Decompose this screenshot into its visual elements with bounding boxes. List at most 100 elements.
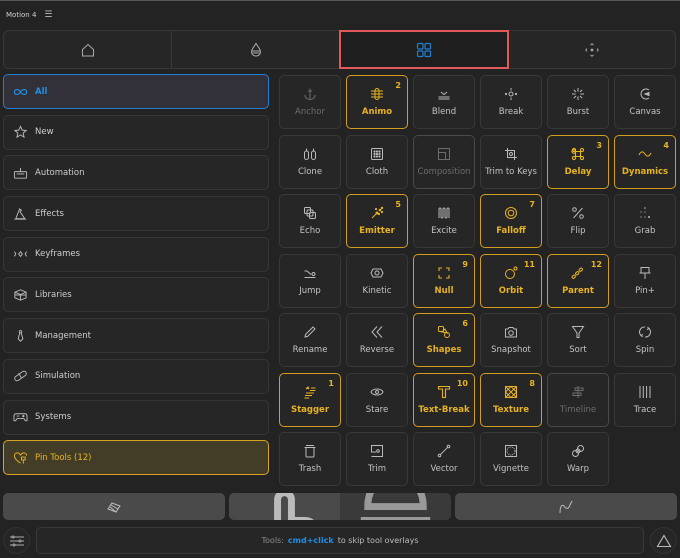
tool-label: Anchor bbox=[295, 107, 325, 117]
category-simulation[interactable]: Simulation bbox=[3, 358, 269, 394]
bottom-bar-right bbox=[455, 493, 677, 520]
tool-grid: Anchor 2 Animo Blend Break Burst Canvas … bbox=[279, 75, 676, 486]
tool-stare[interactable]: Stare bbox=[346, 372, 408, 427]
wave-icon bbox=[638, 150, 652, 157]
pin-order-badge: 7 bbox=[529, 200, 535, 209]
tool-sort[interactable]: Sort bbox=[547, 313, 609, 367]
main-nav bbox=[3, 30, 676, 69]
tool-orbit[interactable]: 11 Orbit bbox=[480, 253, 542, 308]
category-libraries[interactable]: Libraries bbox=[3, 277, 269, 313]
tool-pin-plus[interactable]: Pin+ bbox=[614, 253, 676, 308]
tool-vignette[interactable]: Vignette bbox=[480, 432, 542, 486]
pin-icon bbox=[639, 266, 651, 279]
clone-icon bbox=[304, 148, 316, 160]
pin-order-badge: 1 bbox=[328, 378, 334, 388]
tool-stagger[interactable]: 1 Stagger bbox=[279, 372, 341, 427]
canvas-icon bbox=[640, 88, 650, 100]
tool-timeline[interactable]: Timeline bbox=[547, 372, 609, 427]
wizard-hat-icon bbox=[14, 207, 27, 220]
category-management[interactable]: Management bbox=[3, 318, 269, 354]
category-pin-tools[interactable]: Pin Tools (12) bbox=[3, 440, 269, 476]
tool-null[interactable]: 9 Null bbox=[413, 253, 475, 308]
category-systems[interactable]: Systems bbox=[3, 399, 269, 435]
hamburger-icon[interactable]: ☰ bbox=[44, 10, 52, 20]
tab-move[interactable] bbox=[508, 31, 675, 68]
tool-excite[interactable]: Excite bbox=[413, 194, 475, 248]
tool-animo[interactable]: 2 Animo bbox=[346, 75, 408, 129]
category-effects[interactable]: Effects bbox=[3, 196, 269, 232]
bottom-segmented-control bbox=[229, 493, 451, 520]
tool-echo[interactable]: Echo bbox=[279, 194, 341, 248]
tool-reverse[interactable]: Reverse bbox=[346, 313, 408, 367]
tool-label: Excite bbox=[431, 226, 457, 236]
tool-composition[interactable]: Composition bbox=[413, 134, 475, 189]
box-icon bbox=[14, 289, 27, 301]
tool-delay[interactable]: 3 Delay bbox=[547, 134, 609, 189]
tool-label: Rename bbox=[292, 345, 328, 355]
percent-icon bbox=[572, 207, 584, 219]
category-all[interactable]: All bbox=[3, 74, 269, 109]
tool-anchor[interactable]: Anchor bbox=[279, 75, 341, 129]
tool-label: Orbit bbox=[498, 285, 524, 296]
tool-warp[interactable]: Warp bbox=[547, 432, 609, 486]
category-new[interactable]: New bbox=[3, 114, 269, 150]
tool-label: Kinetic bbox=[362, 285, 392, 296]
tool-flip[interactable]: Flip bbox=[547, 194, 609, 248]
tool-trim[interactable]: Trim bbox=[346, 432, 408, 486]
category-label: New bbox=[35, 127, 54, 138]
timeline-icon bbox=[572, 385, 584, 398]
tool-dynamics[interactable]: 4 Dynamics bbox=[614, 134, 676, 189]
tool-blend[interactable]: Blend bbox=[413, 75, 475, 129]
tool-kinetic[interactable]: Kinetic bbox=[346, 253, 408, 308]
tool-rename[interactable]: Rename bbox=[279, 313, 341, 367]
move-arrows-icon bbox=[584, 42, 599, 57]
tool-jump[interactable]: Jump bbox=[279, 253, 341, 308]
tool-trace[interactable]: Trace bbox=[614, 372, 676, 427]
tab-home[interactable] bbox=[4, 31, 172, 68]
curve-icon bbox=[559, 500, 573, 513]
tool-parent[interactable]: 12 Parent bbox=[547, 253, 609, 308]
tool-spin[interactable]: Spin bbox=[614, 313, 676, 367]
category-keyframes[interactable]: Keyframes bbox=[3, 236, 269, 272]
tool-break[interactable]: Break bbox=[480, 75, 542, 129]
tool-burst[interactable]: Burst bbox=[547, 75, 609, 129]
tool-canvas[interactable]: Canvas bbox=[614, 75, 676, 129]
crop-icon bbox=[505, 147, 517, 160]
settings-button[interactable] bbox=[3, 527, 30, 554]
tool-label: Null bbox=[434, 285, 454, 296]
pill-icon bbox=[14, 371, 27, 382]
tool-label: Text-Break bbox=[418, 404, 470, 415]
tool-clone[interactable]: Clone bbox=[279, 134, 341, 189]
pin-order-badge: 6 bbox=[462, 319, 468, 328]
tool-snapshot[interactable]: Snapshot bbox=[480, 313, 542, 367]
tool-label: Trim to Keys bbox=[485, 166, 537, 177]
tool-label: Break bbox=[498, 107, 524, 117]
tool-cloth[interactable]: Cloth bbox=[346, 134, 408, 189]
tool-vector[interactable]: Vector bbox=[413, 432, 475, 486]
tool-texture[interactable]: 8 Texture bbox=[480, 372, 542, 427]
grid-icon bbox=[416, 42, 431, 57]
collapse-up-button[interactable] bbox=[650, 527, 677, 554]
drop-icon bbox=[250, 41, 261, 56]
heart-pin-icon bbox=[13, 452, 28, 464]
tool-trim-to-keys[interactable]: Trim to Keys bbox=[480, 134, 542, 189]
tool-label: Trash bbox=[298, 464, 322, 474]
camera-icon bbox=[505, 327, 517, 338]
tool-label: Stare bbox=[365, 404, 389, 415]
bell-mode-button[interactable] bbox=[340, 493, 451, 520]
animo-icon bbox=[371, 88, 383, 100]
break-icon bbox=[504, 88, 518, 100]
tool-emitter[interactable]: 5 Emitter bbox=[346, 194, 408, 248]
tab-layers[interactable] bbox=[172, 31, 340, 68]
tap-mode-button[interactable] bbox=[229, 493, 340, 520]
pin-order-badge: 8 bbox=[529, 378, 535, 388]
tool-trash[interactable]: Trash bbox=[279, 432, 341, 486]
curve-button[interactable] bbox=[455, 493, 677, 520]
tool-shapes[interactable]: 6 Shapes bbox=[413, 313, 475, 367]
tool-grab[interactable]: Grab bbox=[614, 194, 676, 248]
category-automation[interactable]: Automation bbox=[3, 155, 269, 191]
tab-tools[interactable] bbox=[339, 30, 509, 69]
tool-falloff[interactable]: 7 Falloff bbox=[480, 194, 542, 248]
tool-text-break[interactable]: 10 Text-Break bbox=[413, 372, 475, 427]
palette-button[interactable] bbox=[3, 493, 225, 520]
